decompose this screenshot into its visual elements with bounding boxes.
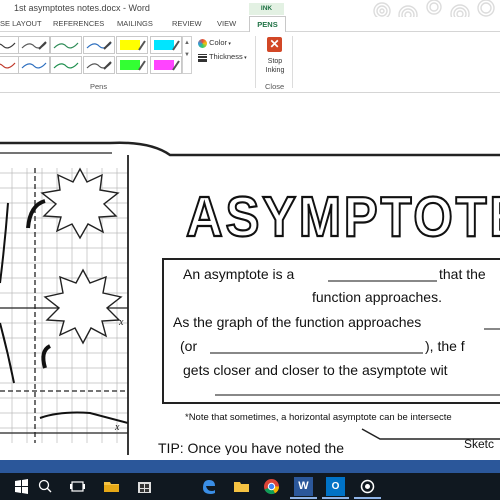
stop-label-line2: Inking bbox=[265, 67, 285, 74]
definition-line-3: As the graph of the function approaches bbox=[173, 314, 421, 330]
store-icon[interactable] bbox=[135, 477, 154, 496]
pen-swatch[interactable] bbox=[18, 36, 50, 54]
axis-x-label: x bbox=[118, 317, 124, 328]
tab-review[interactable]: REVIEW bbox=[172, 19, 202, 28]
thickness-lines-icon bbox=[198, 53, 207, 62]
active-app-indicator bbox=[354, 497, 381, 499]
definition-line-1b: that the bbox=[439, 266, 486, 282]
tab-page-layout[interactable]: SE LAYOUT bbox=[0, 19, 42, 28]
highlighter-yellow[interactable] bbox=[116, 36, 148, 54]
tab-references[interactable]: REFERENCES bbox=[53, 19, 104, 28]
file-explorer-icon[interactable] bbox=[102, 477, 121, 496]
tab-mailings[interactable]: MAILINGS bbox=[117, 19, 153, 28]
document-title: 1st asymptotes notes.docx - Word bbox=[14, 3, 150, 13]
definition-line-4a: (or bbox=[180, 338, 197, 354]
windows-taskbar: W O bbox=[0, 473, 500, 500]
highlighter-green[interactable] bbox=[116, 56, 148, 74]
stop-label-line1: Stop bbox=[267, 58, 283, 65]
pen-gallery-scroll[interactable]: ▲ ▼ bbox=[182, 36, 192, 74]
thickness-label: Thickness bbox=[208, 52, 243, 61]
status-bar bbox=[0, 460, 500, 473]
pen-swatch[interactable] bbox=[0, 56, 19, 74]
tab-view[interactable]: VIEW bbox=[217, 19, 236, 28]
color-palette-icon bbox=[198, 38, 207, 48]
folder-icon[interactable] bbox=[232, 477, 251, 496]
chrome-icon[interactable] bbox=[262, 477, 281, 496]
sketch-label: Sketc bbox=[464, 437, 494, 451]
tip-text: TIP: Once you have noted the bbox=[158, 440, 344, 455]
search-icon[interactable] bbox=[36, 477, 55, 496]
dropdown-arrow-icon: ▾ bbox=[242, 55, 247, 61]
pens-group-label: Pens bbox=[90, 82, 108, 91]
group-divider bbox=[255, 36, 256, 88]
pen-swatch[interactable] bbox=[50, 36, 82, 54]
highlighter-cyan[interactable] bbox=[150, 36, 182, 54]
definition-line-2: function approaches. bbox=[312, 289, 442, 305]
dropdown-arrow-icon: ▾ bbox=[227, 41, 231, 47]
close-icon: ✕ bbox=[267, 37, 282, 52]
pen-swatch[interactable] bbox=[50, 56, 82, 74]
pen-swatch[interactable] bbox=[18, 56, 50, 74]
task-view-icon[interactable] bbox=[68, 477, 87, 496]
chevron-down-icon[interactable]: ▼ bbox=[183, 49, 191, 61]
note-text: *Note that sometimes, a horizontal asymp… bbox=[185, 412, 452, 423]
pen-swatch[interactable] bbox=[83, 56, 115, 74]
ribbon: ▲ ▼ Color ▾ Thickness ▾ Pens Close bbox=[0, 32, 500, 93]
definition-line-5: gets closer and closer to the asymptote … bbox=[183, 362, 448, 378]
tab-pens[interactable]: PENS bbox=[249, 16, 286, 33]
worksheet-title: ASYMPTOTE bbox=[186, 185, 500, 249]
active-app-indicator bbox=[322, 497, 349, 499]
active-app-indicator bbox=[290, 497, 317, 499]
ink-tools-context-label: INK TOOLS bbox=[249, 3, 284, 24]
chevron-up-icon[interactable]: ▲ bbox=[183, 37, 191, 49]
color-button[interactable]: Color ▾ bbox=[198, 38, 231, 48]
outlook-icon[interactable]: O bbox=[326, 477, 345, 496]
axis-x-label: x bbox=[114, 422, 120, 433]
document-area[interactable]: ASYMPTOTE An asymptote is a that the fun… bbox=[0, 93, 500, 455]
app-icon[interactable] bbox=[358, 477, 377, 496]
worksheet-image: ASYMPTOTE An asymptote is a that the fun… bbox=[0, 141, 500, 455]
group-divider bbox=[292, 36, 293, 88]
pen-swatch[interactable] bbox=[83, 36, 115, 54]
color-label: Color bbox=[209, 38, 228, 47]
stop-inking-button[interactable]: ✕ Stop Inking bbox=[260, 34, 290, 78]
thickness-button[interactable]: Thickness ▾ bbox=[198, 52, 247, 62]
highlighter-magenta[interactable] bbox=[150, 56, 182, 74]
definition-line-4b: ), the f bbox=[425, 338, 465, 354]
edge-icon[interactable] bbox=[199, 477, 218, 496]
pen-swatch[interactable] bbox=[0, 36, 19, 54]
definition-line-1a: An asymptote is a bbox=[183, 266, 294, 282]
word-icon[interactable]: W bbox=[294, 477, 313, 496]
stop-inking-label: Stop Inking bbox=[260, 57, 290, 75]
windows-logo-icon[interactable] bbox=[12, 477, 31, 496]
close-group-label: Close bbox=[265, 82, 285, 91]
